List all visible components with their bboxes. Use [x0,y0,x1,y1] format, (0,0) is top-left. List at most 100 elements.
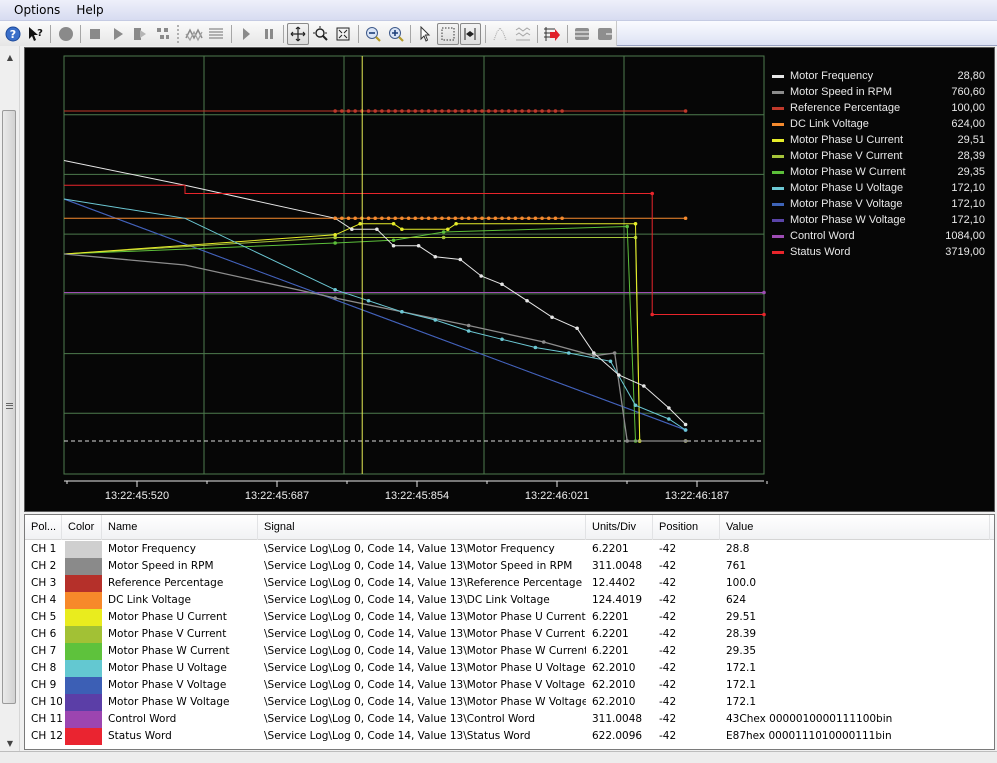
legend-item[interactable]: Motor Phase V Voltage 172,10 [769,196,985,212]
color-swatch[interactable] [65,592,102,609]
data-point [466,216,471,221]
unstack-button[interactable] [594,23,616,45]
list-button[interactable] [205,23,227,45]
fft-button[interactable] [489,23,511,45]
table-row[interactable]: CH 6 Motor Phase V Current \Service Log\Lo… [25,626,994,643]
color-swatch[interactable] [65,660,102,677]
channel-position: -42 [659,577,677,589]
column-header-pol[interactable]: Pol... [25,515,62,540]
chart-series [63,56,766,474]
pointer-button[interactable] [414,23,436,45]
data-point [540,216,544,221]
fit-button[interactable] [333,23,355,45]
trigger-button[interactable] [130,23,152,45]
pan-button[interactable] [287,22,309,45]
color-swatch[interactable] [65,643,102,660]
zoom-out-button[interactable] [362,23,384,45]
legend-item[interactable]: Motor Phase W Current 29,35 [769,164,985,180]
color-swatch[interactable] [65,626,102,643]
zoom-area-button[interactable] [310,23,332,45]
legend-swatch [772,234,784,238]
scroll-down-arrow-icon[interactable]: ▼ [4,738,16,750]
toolbar-grip[interactable] [177,24,180,43]
legend-item[interactable]: Reference Percentage 100,00 [769,100,985,116]
color-swatch[interactable] [65,541,102,558]
channel-name: Motor Phase U Voltage [108,662,227,674]
color-swatch[interactable] [65,677,102,694]
channel-color [62,660,102,677]
column-header-value[interactable]: Value [720,515,990,540]
legend-item[interactable]: Motor Phase U Voltage 172,10 [769,180,985,196]
table-row[interactable]: CH 10 Motor Phase W Voltage \Service Log\L… [25,694,994,711]
column-header-color[interactable]: Color [62,515,102,540]
channels-button[interactable] [152,23,174,45]
legend-item[interactable]: Motor Phase V Current 28,39 [769,148,985,164]
column-header-signal[interactable]: Signal [258,515,586,540]
column-header-name[interactable]: Name [102,515,258,540]
run-button[interactable] [235,23,257,45]
color-swatch[interactable] [65,711,102,728]
channel-name: Control Word [108,713,177,725]
channel-id: CH 10 [31,696,62,708]
signal-overlay-button[interactable] [183,23,205,45]
color-swatch[interactable] [65,575,102,592]
menu-help[interactable]: Help [68,0,111,21]
table-row[interactable]: CH 1 Motor Frequency \Service Log\Log 0, C… [25,541,994,558]
toolbar-separator [537,24,538,43]
color-swatch[interactable] [65,609,102,626]
legend-item[interactable]: DC Link Voltage 624,00 [769,116,985,132]
vertical-scrollbar[interactable]: ▲ ▼ [0,46,20,755]
record-button[interactable] [55,23,77,45]
legend-value: 1084,00 [945,230,985,242]
legend-name: Motor Phase U Voltage [790,182,904,194]
legend-item[interactable]: Motor Speed in RPM 760,60 [769,84,985,100]
legend-item[interactable]: Motor Frequency 28,80 [769,68,985,84]
legend-item[interactable]: Control Word 1084,00 [769,228,985,244]
color-swatch[interactable] [65,728,102,745]
select-rect-button[interactable] [437,22,459,45]
play-button[interactable] [107,23,129,45]
unstack-icon [597,27,612,40]
table-row[interactable]: CH 3 Reference Percentage \Service Log\Log… [25,575,994,592]
table-row[interactable]: CH 7 Motor Phase W Current \Service Log\Lo… [25,643,994,660]
zoom-in-button[interactable] [385,23,407,45]
table-row[interactable]: CH 12 Status Word \Service Log\Log 0, Code… [25,728,994,745]
data-point [366,109,371,113]
table-row[interactable]: CH 8 Motor Phase U Voltage \Service Log\Lo… [25,660,994,677]
stop-button[interactable] [84,23,106,45]
legend-value: 3719,00 [945,246,985,258]
column-header-units-div[interactable]: Units/Div [586,515,653,540]
toolbar-separator [484,24,486,43]
filter-button[interactable] [512,23,534,45]
stack-button[interactable] [571,23,593,45]
channel-name: Status Word [108,730,172,742]
table-row[interactable]: CH 9 Motor Phase V Voltage \Service Log\Lo… [25,677,994,694]
channel-color [62,541,102,558]
color-swatch[interactable] [65,558,102,575]
table-row[interactable]: CH 5 Motor Phase U Current \Service Log\Lo… [25,609,994,626]
scope-chart-panel[interactable]: 13:22:45:520 13:22:45:687 13:22:45:854 13:2… [24,47,995,512]
legend-item[interactable]: Status Word 3719,00 [769,244,985,260]
whats-this-button[interactable]: ? [25,23,47,45]
help-button[interactable]: ? [3,23,25,45]
data-point [353,216,357,221]
cursor-markers-button[interactable] [459,22,482,45]
scroll-up-arrow-icon[interactable]: ▲ [4,52,16,64]
legend-item[interactable]: Motor Phase W Voltage 172,10 [769,212,985,228]
legend-name: Motor Frequency [790,70,874,82]
legend-item[interactable]: Motor Phase U Current 29,51 [769,132,985,148]
legend-value: 100,00 [951,102,985,114]
export-button[interactable] [542,23,564,45]
data-point [575,326,579,331]
scrollbar-thumb[interactable] [2,110,16,704]
data-point [500,337,504,342]
data-point [413,109,418,113]
color-swatch[interactable] [65,694,102,711]
table-row[interactable]: CH 11 Control Word \Service Log\Log 0, Cod… [25,711,994,728]
table-row[interactable]: CH 2 Motor Speed in RPM \Service Log\Log 0… [25,558,994,575]
column-header-position[interactable]: Position [653,515,720,540]
menu-options[interactable]: Options [0,0,68,21]
table-row[interactable]: CH 4 DC Link Voltage \Service Log\Log 0, C… [25,592,994,609]
pause-button[interactable] [258,23,280,45]
legend-name: Status Word [790,246,851,258]
